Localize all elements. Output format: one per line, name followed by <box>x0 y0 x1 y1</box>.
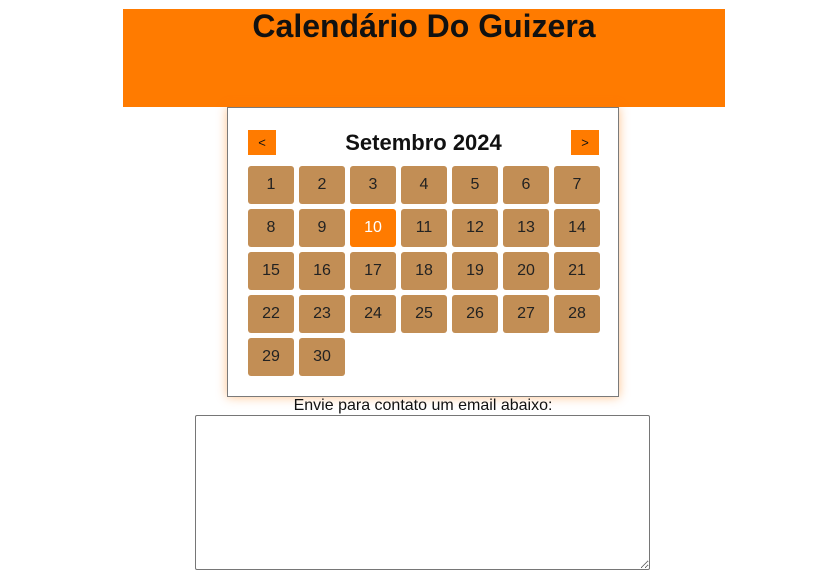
calendar-day[interactable]: 1 <box>248 166 294 204</box>
header-banner: Calendário Do Guizera <box>123 9 725 107</box>
calendar-day[interactable]: 27 <box>503 295 549 333</box>
contact-email-textarea[interactable] <box>195 415 650 570</box>
page: Calendário Do Guizera < Setembro 2024 > … <box>0 0 819 580</box>
calendar-day[interactable]: 7 <box>554 166 600 204</box>
calendar-day[interactable]: 18 <box>401 252 447 290</box>
calendar-day[interactable]: 3 <box>350 166 396 204</box>
calendar-day[interactable]: 17 <box>350 252 396 290</box>
next-month-button[interactable]: > <box>571 130 599 155</box>
calendar-day[interactable]: 30 <box>299 338 345 376</box>
calendar-day[interactable]: 29 <box>248 338 294 376</box>
calendar-day[interactable]: 9 <box>299 209 345 247</box>
calendar-day[interactable]: 25 <box>401 295 447 333</box>
page-title: Calendário Do Guizera <box>252 8 596 44</box>
calendar-day[interactable]: 21 <box>554 252 600 290</box>
calendar-day[interactable]: 14 <box>554 209 600 247</box>
calendar-day[interactable]: 19 <box>452 252 498 290</box>
calendar-day[interactable]: 26 <box>452 295 498 333</box>
calendar-day[interactable]: 5 <box>452 166 498 204</box>
calendar-day[interactable]: 16 <box>299 252 345 290</box>
calendar-day[interactable]: 2 <box>299 166 345 204</box>
calendar-day[interactable]: 8 <box>248 209 294 247</box>
calendar-day[interactable]: 24 <box>350 295 396 333</box>
calendar-days-grid: 1 2 3 4 5 6 7 8 9 10 11 12 13 14 15 16 1… <box>248 166 600 376</box>
calendar-day[interactable]: 22 <box>248 295 294 333</box>
calendar-day[interactable]: 12 <box>452 209 498 247</box>
calendar-day[interactable]: 20 <box>503 252 549 290</box>
month-title: Setembro 2024 <box>345 130 502 155</box>
calendar-day[interactable]: 23 <box>299 295 345 333</box>
calendar-day[interactable]: 11 <box>401 209 447 247</box>
prev-month-button[interactable]: < <box>248 130 276 155</box>
calendar-day[interactable]: 15 <box>248 252 294 290</box>
calendar-widget: < Setembro 2024 > 1 2 3 4 5 6 7 8 9 10 1… <box>227 107 619 397</box>
calendar-header: < Setembro 2024 > <box>248 130 599 156</box>
calendar-day[interactable]: 28 <box>554 295 600 333</box>
calendar-day[interactable]: 13 <box>503 209 549 247</box>
contact-label: Envie para contato um email abaixo: <box>293 397 553 414</box>
calendar-day-today[interactable]: 10 <box>350 209 396 247</box>
calendar-day[interactable]: 4 <box>401 166 447 204</box>
calendar-day[interactable]: 6 <box>503 166 549 204</box>
